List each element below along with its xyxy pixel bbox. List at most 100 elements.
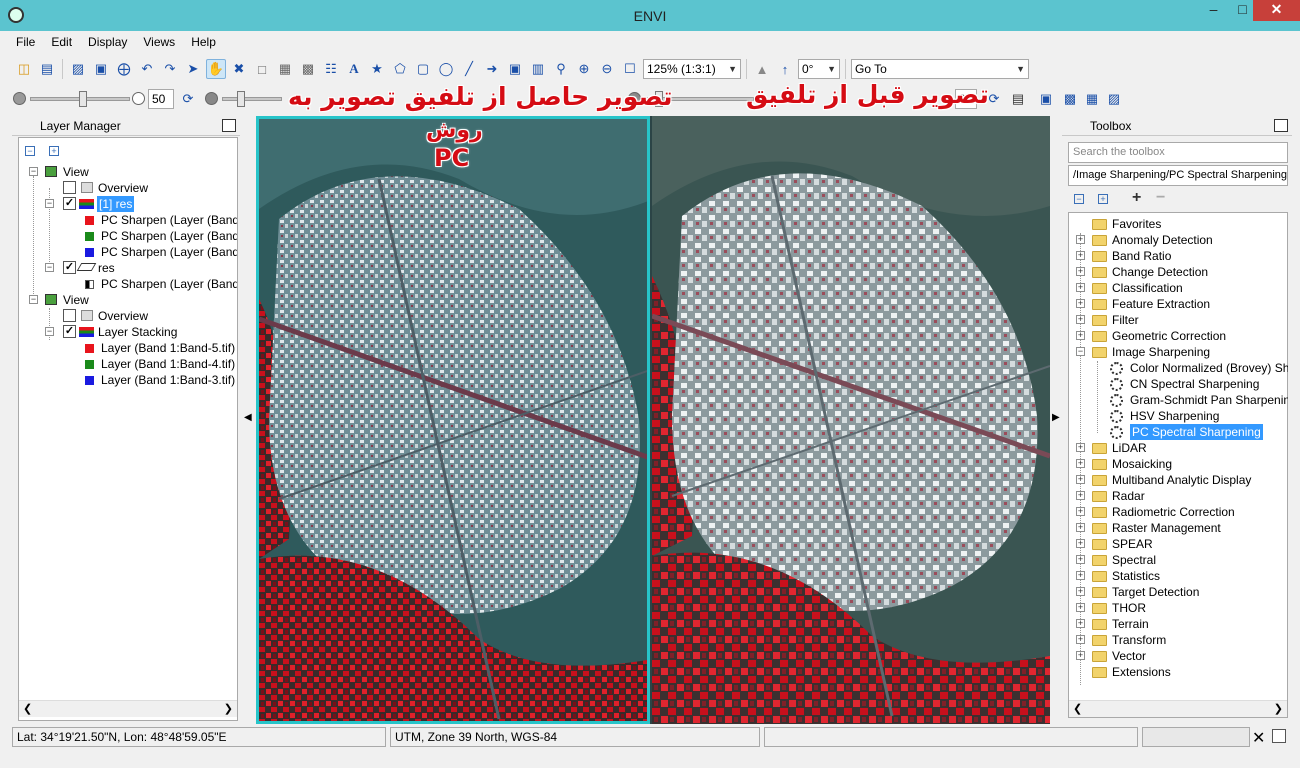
- view-single-icon[interactable]: ▣: [1036, 89, 1056, 109]
- brightness-slider-thumb[interactable]: [79, 91, 87, 107]
- text-annotation-icon[interactable]: A: [344, 59, 364, 79]
- toolbox-search-input[interactable]: Search the toolbox: [1068, 142, 1288, 163]
- expand-all-icon[interactable]: +: [49, 146, 59, 156]
- toolbox-folder[interactable]: + THOR: [1074, 600, 1288, 616]
- zoom-out-icon[interactable]: ⊖: [597, 59, 617, 79]
- menu-views[interactable]: Views: [135, 31, 183, 53]
- stretch-value-field[interactable]: 50: [148, 89, 174, 109]
- expand-all-icon[interactable]: +: [1098, 194, 1108, 204]
- expand-icon[interactable]: +: [1076, 507, 1085, 516]
- collapse-icon[interactable]: −: [29, 295, 38, 304]
- rectangle-icon[interactable]: ▢: [413, 59, 433, 79]
- process-manager-icon[interactable]: [1272, 729, 1286, 743]
- data-manager-icon[interactable]: ▤: [37, 59, 57, 79]
- add-favorite-icon[interactable]: +: [1132, 189, 1141, 207]
- map-icon[interactable]: ▥: [528, 59, 548, 79]
- toolbox-hscroll[interactable]: ❮ ❯: [1069, 700, 1287, 717]
- sharpen-slider-thumb[interactable]: [237, 91, 245, 107]
- toolbox-folder[interactable]: + Anomaly Detection: [1074, 232, 1288, 248]
- goto-select[interactable]: Go To ▼: [851, 59, 1029, 79]
- visibility-checkbox[interactable]: ✓: [63, 197, 76, 210]
- dock-panel-icon[interactable]: [222, 119, 236, 132]
- toolbox-folder[interactable]: + Mosaicking: [1074, 456, 1288, 472]
- toolbox-folder[interactable]: + SPEAR: [1074, 536, 1288, 552]
- collapse-all-icon[interactable]: −: [25, 146, 35, 156]
- ellipse-icon[interactable]: ◯: [436, 59, 456, 79]
- toolbox-folder[interactable]: + Multiband Analytic Display: [1074, 472, 1288, 488]
- view-overlay-icon[interactable]: ▩: [1060, 89, 1080, 109]
- fit-view-icon[interactable]: ☐: [620, 59, 640, 79]
- select-arrow-icon[interactable]: ➤: [183, 59, 203, 79]
- toolbox-folder[interactable]: − Image Sharpening: [1074, 344, 1288, 360]
- toolbox-folder[interactable]: + LiDAR: [1074, 440, 1288, 456]
- bars-icon[interactable]: ☷: [321, 59, 341, 79]
- toolbox-tool[interactable]: HSV Sharpening: [1074, 408, 1288, 424]
- refresh-icon[interactable]: ⟳: [178, 89, 198, 109]
- collapse-icon[interactable]: −: [1076, 347, 1085, 356]
- expand-icon[interactable]: +: [1076, 651, 1085, 660]
- toolbox-folder[interactable]: + Raster Management: [1074, 520, 1288, 536]
- undo-icon[interactable]: ↶: [137, 59, 157, 79]
- toolbox-folder[interactable]: + Feature Extraction: [1074, 296, 1288, 312]
- collapse-icon[interactable]: −: [45, 199, 54, 208]
- cross-tool-icon[interactable]: ✖: [229, 59, 249, 79]
- expand-icon[interactable]: +: [1076, 587, 1085, 596]
- line-icon[interactable]: ╱: [459, 59, 479, 79]
- chip-icon[interactable]: ▣: [91, 59, 111, 79]
- expand-icon[interactable]: +: [1076, 491, 1085, 500]
- brightness-slider[interactable]: [30, 91, 130, 107]
- visibility-checkbox[interactable]: [63, 309, 76, 322]
- collapse-left-panel-icon[interactable]: ◀: [244, 412, 252, 423]
- scroll-right-icon[interactable]: ❯: [224, 702, 233, 715]
- menu-help[interactable]: Help: [183, 31, 224, 53]
- print-icon[interactable]: ▨: [68, 59, 88, 79]
- original-image-view[interactable]: [652, 116, 1050, 724]
- toolbox-folder[interactable]: + Radar: [1074, 488, 1288, 504]
- toolbox-folder[interactable]: + Target Detection: [1074, 584, 1288, 600]
- expand-icon[interactable]: +: [1076, 283, 1085, 292]
- toolbox-folder[interactable]: + Change Detection: [1074, 264, 1288, 280]
- view-tile-icon[interactable]: ▨: [1104, 89, 1124, 109]
- toolbox-path-field[interactable]: /Image Sharpening/PC Spectral Sharpening: [1068, 165, 1288, 186]
- toolbox-folder[interactable]: + Radiometric Correction: [1074, 504, 1288, 520]
- toolbox-tool[interactable]: Color Normalized (Brovey) Sharpe: [1074, 360, 1288, 376]
- fused-image-view[interactable]: [256, 116, 650, 724]
- toolbox-folder[interactable]: + Filter: [1074, 312, 1288, 328]
- scroll-left-icon[interactable]: ❮: [23, 702, 32, 715]
- expand-icon[interactable]: +: [1076, 459, 1085, 468]
- toolbox-folder[interactable]: Extensions: [1074, 664, 1288, 680]
- remove-favorite-icon[interactable]: −: [1156, 189, 1165, 207]
- toolbox-folder[interactable]: + Vector: [1074, 648, 1288, 664]
- menu-display[interactable]: Display: [80, 31, 135, 53]
- vector-icon[interactable]: ▦: [275, 59, 295, 79]
- north-arrow-icon[interactable]: ↑: [775, 59, 795, 79]
- expand-icon[interactable]: +: [1076, 299, 1085, 308]
- expand-icon[interactable]: +: [1076, 331, 1085, 340]
- rotation-select[interactable]: 0° ▼: [798, 59, 840, 79]
- collapse-icon[interactable]: −: [45, 327, 54, 336]
- expand-icon[interactable]: +: [1076, 251, 1085, 260]
- cancel-process-icon[interactable]: ✕: [1252, 728, 1265, 748]
- sharpen-slider[interactable]: [222, 91, 282, 107]
- expand-icon[interactable]: +: [1076, 619, 1085, 628]
- toolbox-tool[interactable]: Gram-Schmidt Pan Sharpening: [1074, 392, 1288, 408]
- toolbox-tool[interactable]: CN Spectral Sharpening: [1074, 376, 1288, 392]
- menu-edit[interactable]: Edit: [43, 31, 80, 53]
- grid-icon[interactable]: ▩: [298, 59, 318, 79]
- arrow-annotation-icon[interactable]: ➜: [482, 59, 502, 79]
- collapse-icon[interactable]: −: [29, 167, 38, 176]
- expand-icon[interactable]: +: [1076, 523, 1085, 532]
- crosshair-icon[interactable]: ⨁: [114, 59, 134, 79]
- expand-icon[interactable]: +: [1076, 475, 1085, 484]
- toolbox-folder[interactable]: + Statistics: [1074, 568, 1288, 584]
- rotate-up-icon[interactable]: ▲: [752, 59, 772, 79]
- view-grid-icon[interactable]: ▦: [1082, 89, 1102, 109]
- toolbox-folder[interactable]: + Spectral: [1074, 552, 1288, 568]
- toolbox-folder[interactable]: + Terrain: [1074, 616, 1288, 632]
- expand-icon[interactable]: +: [1076, 539, 1085, 548]
- toolbox-folder[interactable]: + Transform: [1074, 632, 1288, 648]
- polygon-icon[interactable]: ⬠: [390, 59, 410, 79]
- expand-icon[interactable]: +: [1076, 443, 1085, 452]
- roi-icon[interactable]: □: [252, 59, 272, 79]
- expand-icon[interactable]: +: [1076, 315, 1085, 324]
